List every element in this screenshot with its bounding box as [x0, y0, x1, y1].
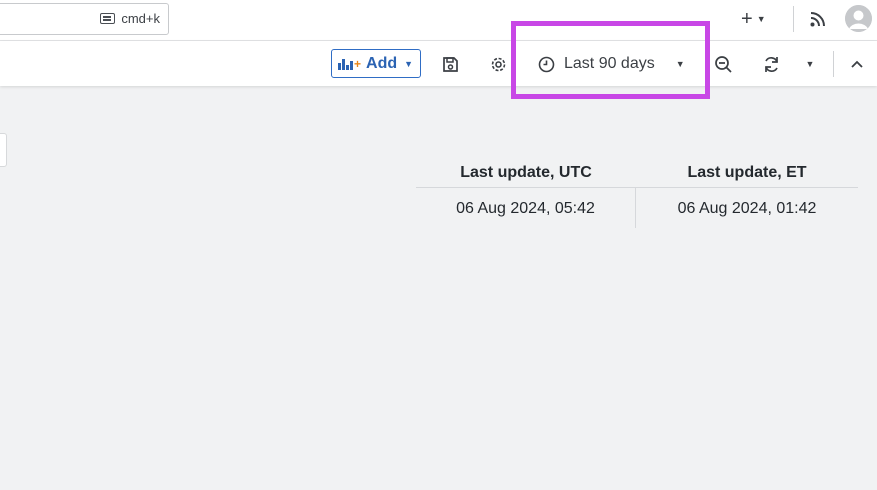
side-panel-handle[interactable]: [0, 133, 7, 167]
chevron-down-icon: ▼: [404, 58, 414, 69]
chevron-down-icon: ▼: [756, 14, 766, 24]
column-header-et: Last update, ET: [687, 164, 807, 181]
search-input[interactable]: cmd+k: [0, 3, 169, 35]
chevron-down-icon: ▼: [675, 59, 685, 69]
settings-button[interactable]: [487, 53, 509, 75]
add-panel-icon: +: [338, 58, 361, 70]
dashboard-toolbar: + Add ▼ Last 90 days ▼ ▼: [0, 41, 877, 86]
zoom-out-icon: [714, 55, 732, 73]
divider: [793, 6, 794, 32]
table-cell-et: 06 Aug 2024, 01:42: [677, 200, 817, 217]
user-avatar-icon[interactable]: [845, 5, 872, 32]
save-icon: [442, 56, 458, 72]
table-header: Last update, UTC Last update, ET: [416, 156, 858, 188]
chevron-down-icon: ▼: [805, 59, 815, 69]
add-panel-button[interactable]: + Add ▼: [331, 49, 421, 78]
clock-icon: [538, 56, 555, 72]
search-shortcut-hint: cmd+k: [100, 11, 160, 26]
zoom-out-button[interactable]: [712, 53, 734, 75]
refresh-button[interactable]: [760, 53, 782, 75]
top-bar: cmd+k + ▼: [0, 0, 877, 41]
search-shortcut-label: cmd+k: [121, 11, 160, 26]
table-cell-utc: 06 Aug 2024, 05:42: [416, 188, 636, 228]
chevron-up-icon: [851, 60, 863, 68]
add-button-label: Add: [366, 54, 398, 72]
time-range-label: Last 90 days: [564, 55, 655, 72]
refresh-interval-dropdown[interactable]: ▼: [799, 53, 821, 75]
last-update-table: Last update, UTC Last update, ET 06 Aug …: [416, 156, 858, 228]
table-row: 06 Aug 2024, 05:42 06 Aug 2024, 01:42: [416, 188, 858, 228]
collapse-toolbar-button[interactable]: [846, 53, 868, 75]
column-header-utc: Last update, UTC: [460, 164, 592, 181]
rss-icon[interactable]: [809, 10, 827, 28]
refresh-icon: [764, 56, 778, 72]
divider: [833, 51, 834, 77]
new-menu-button[interactable]: + ▼: [741, 8, 777, 30]
time-range-picker[interactable]: Last 90 days ▼: [528, 50, 698, 78]
gear-icon: [491, 57, 505, 71]
plus-icon: +: [741, 7, 753, 30]
keyboard-icon: [100, 13, 116, 24]
save-dashboard-button[interactable]: [439, 53, 461, 75]
